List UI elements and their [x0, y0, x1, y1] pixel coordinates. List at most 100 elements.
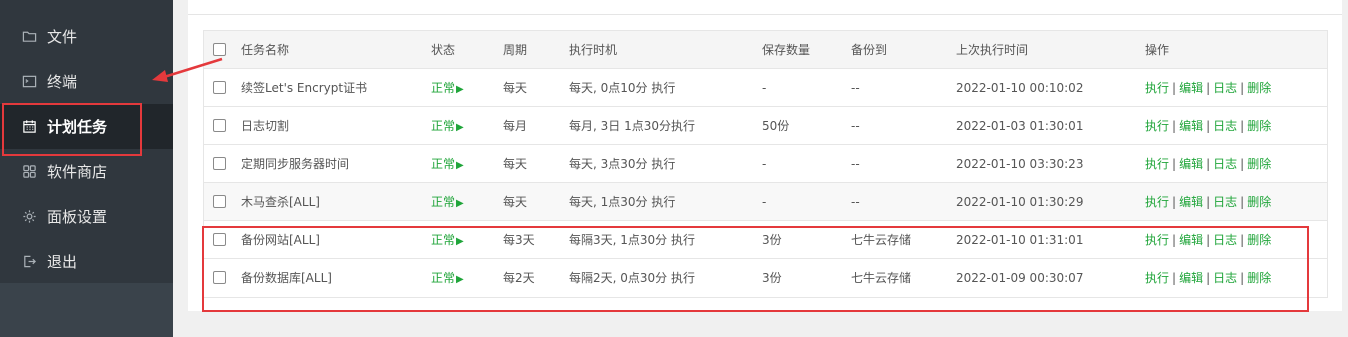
- column-header-dest: 备份到: [851, 43, 888, 57]
- sidebar-item-cron[interactable]: 计划任务: [0, 104, 173, 149]
- table-row: 定期同步服务器时间 正常▶ 每天 每天, 3点30分 执行 - -- 2022-01-10 …: [204, 145, 1327, 183]
- log-link[interactable]: 日志: [1213, 195, 1237, 209]
- calendar-icon: [21, 119, 37, 135]
- sidebar-item-settings[interactable]: 面板设置: [0, 194, 173, 239]
- task-last-run: 2022-01-10 03:30:23: [956, 157, 1084, 171]
- log-link[interactable]: 日志: [1213, 271, 1237, 285]
- task-schedule: 每天, 0点10分 执行: [569, 81, 676, 95]
- edit-link[interactable]: 编辑: [1179, 195, 1203, 209]
- play-icon: ▶: [456, 122, 464, 133]
- separator: |: [1240, 119, 1245, 133]
- task-actions: 执行 | 编辑 | 日志 | 删除: [1145, 145, 1271, 183]
- column-header-keep: 保存数量: [762, 43, 811, 57]
- task-actions: 执行 | 编辑 | 日志 | 删除: [1145, 107, 1271, 145]
- row-checkbox[interactable]: [213, 271, 226, 284]
- play-icon: ▶: [456, 160, 464, 171]
- cron-task-table: 任务名称 状态 周期 执行时机 保存数量 备份到 上次执行时间 操作 续签Let…: [203, 30, 1328, 298]
- task-actions: 执行 | 编辑 | 日志 | 删除: [1145, 183, 1271, 221]
- edit-link[interactable]: 编辑: [1179, 119, 1203, 133]
- delete-link[interactable]: 删除: [1247, 157, 1271, 171]
- task-backup-dest: --: [851, 195, 860, 209]
- select-all-checkbox[interactable]: [213, 43, 226, 56]
- delete-link[interactable]: 删除: [1247, 271, 1271, 285]
- task-schedule: 每隔2天, 0点30分 执行: [569, 271, 695, 285]
- sidebar-item-label: 退出: [47, 253, 78, 271]
- table-header-row: 任务名称 状态 周期 执行时机 保存数量 备份到 上次执行时间 操作: [204, 31, 1327, 69]
- status-badge[interactable]: 正常▶: [431, 145, 464, 183]
- task-backup-dest: --: [851, 81, 860, 95]
- task-actions: 执行 | 编辑 | 日志 | 删除: [1145, 221, 1271, 259]
- column-header-when: 执行时机: [569, 43, 618, 57]
- task-actions: 执行 | 编辑 | 日志 | 删除: [1145, 259, 1271, 297]
- separator: |: [1240, 233, 1245, 247]
- status-badge[interactable]: 正常▶: [431, 107, 464, 145]
- row-checkbox[interactable]: [213, 81, 226, 94]
- task-name: 日志切割: [241, 119, 290, 133]
- separator: |: [1206, 233, 1211, 247]
- separator: |: [1172, 157, 1177, 171]
- run-link[interactable]: 执行: [1145, 271, 1169, 285]
- sidebar-item-terminal[interactable]: 终端: [0, 59, 173, 104]
- task-name: 木马查杀[ALL]: [241, 195, 320, 209]
- table-row: 日志切割 正常▶ 每月 每月, 3日 1点30分执行 50份 -- 2022-01-03 0…: [204, 107, 1327, 145]
- sidebar-item-files[interactable]: 文件: [0, 14, 173, 59]
- row-checkbox[interactable]: [213, 119, 226, 132]
- run-link[interactable]: 执行: [1145, 119, 1169, 133]
- column-header-cycle: 周期: [503, 43, 528, 57]
- log-link[interactable]: 日志: [1213, 233, 1237, 247]
- run-link[interactable]: 执行: [1145, 81, 1169, 95]
- sidebar-item-label: 计划任务: [47, 118, 108, 136]
- task-name: 定期同步服务器时间: [241, 157, 350, 171]
- log-link[interactable]: 日志: [1213, 157, 1237, 171]
- edit-link[interactable]: 编辑: [1179, 271, 1203, 285]
- task-cycle: 每3天: [503, 233, 535, 247]
- delete-link[interactable]: 删除: [1247, 195, 1271, 209]
- separator: |: [1206, 271, 1211, 285]
- task-keep-count: 50份: [762, 119, 790, 133]
- task-schedule: 每隔3天, 1点30分 执行: [569, 233, 695, 247]
- task-last-run: 2022-01-03 01:30:01: [956, 119, 1084, 133]
- status-badge[interactable]: 正常▶: [431, 259, 464, 297]
- status-text: 正常: [431, 119, 456, 133]
- edit-link[interactable]: 编辑: [1179, 81, 1203, 95]
- task-keep-count: -: [762, 195, 767, 209]
- sidebar-item-logout[interactable]: 退出: [0, 239, 173, 284]
- log-link[interactable]: 日志: [1213, 119, 1237, 133]
- log-link[interactable]: 日志: [1213, 81, 1237, 95]
- task-backup-dest: --: [851, 157, 860, 171]
- delete-link[interactable]: 删除: [1247, 119, 1271, 133]
- sidebar-item-label: 面板设置: [47, 208, 108, 226]
- task-keep-count: -: [762, 81, 767, 95]
- separator: |: [1240, 271, 1245, 285]
- status-badge[interactable]: 正常▶: [431, 183, 464, 221]
- separator: |: [1172, 233, 1177, 247]
- edit-link[interactable]: 编辑: [1179, 157, 1203, 171]
- status-badge[interactable]: 正常▶: [431, 69, 464, 107]
- run-link[interactable]: 执行: [1145, 233, 1169, 247]
- play-icon: ▶: [456, 274, 464, 285]
- column-header-name: 任务名称: [241, 43, 290, 57]
- status-text: 正常: [431, 233, 456, 247]
- top-panel: [188, 0, 1342, 15]
- edit-link[interactable]: 编辑: [1179, 233, 1203, 247]
- separator: |: [1172, 271, 1177, 285]
- row-checkbox[interactable]: [213, 157, 226, 170]
- separator: |: [1240, 195, 1245, 209]
- play-icon: ▶: [456, 236, 464, 247]
- separator: |: [1240, 157, 1245, 171]
- sidebar-item-store[interactable]: 软件商店: [0, 149, 173, 194]
- task-schedule: 每天, 1点30分 执行: [569, 195, 676, 209]
- run-link[interactable]: 执行: [1145, 195, 1169, 209]
- delete-link[interactable]: 删除: [1247, 233, 1271, 247]
- task-cycle: 每天: [503, 157, 528, 171]
- delete-link[interactable]: 删除: [1247, 81, 1271, 95]
- run-link[interactable]: 执行: [1145, 157, 1169, 171]
- column-header-actions: 操作: [1145, 43, 1170, 57]
- status-badge[interactable]: 正常▶: [431, 221, 464, 259]
- table-row: 木马查杀[ALL] 正常▶ 每天 每天, 1点30分 执行 - -- 2022-01-10 …: [204, 183, 1327, 221]
- row-checkbox[interactable]: [213, 233, 226, 246]
- row-checkbox[interactable]: [213, 195, 226, 208]
- sidebar-item-label: 终端: [47, 73, 78, 91]
- sidebar-item-label: 文件: [47, 28, 78, 46]
- task-name: 备份数据库[ALL]: [241, 271, 332, 285]
